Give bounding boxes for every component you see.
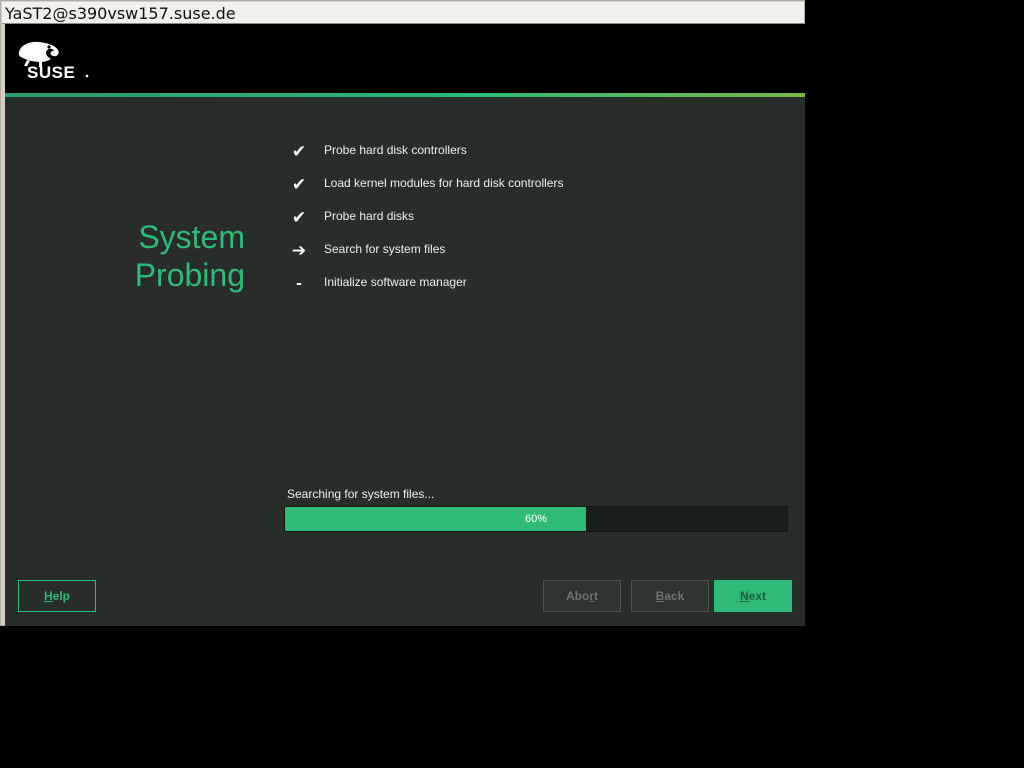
- help-button-rest: elp: [52, 589, 70, 603]
- page-title-line2: Probing: [134, 257, 245, 293]
- suse-chameleon-icon: SUSE: [18, 41, 89, 82]
- step-label: Initialize software manager: [324, 275, 467, 289]
- back-button[interactable]: Back: [631, 580, 709, 612]
- main-content: System Probing ✔ Probe hard disk control…: [5, 97, 805, 626]
- dash-icon: -: [296, 276, 302, 292]
- help-mnemonic: H: [43, 589, 53, 603]
- suse-wordmark: SUSE: [27, 63, 75, 80]
- abort-button-label: Abort: [566, 589, 598, 603]
- suse-logo: SUSE: [17, 40, 91, 84]
- help-button[interactable]: Help: [18, 580, 96, 612]
- step-label: Probe hard disks: [324, 209, 415, 223]
- back-button-rest: ack: [664, 589, 685, 603]
- arrow-right-icon: ➔: [291, 241, 307, 261]
- yast-window: YaST2@s390vsw157.suse.de SUSE System Pro…: [0, 0, 805, 626]
- abort-button[interactable]: Abort: [543, 580, 621, 612]
- checkmark-icon: ✔: [291, 208, 307, 228]
- window-titlebar[interactable]: YaST2@s390vsw157.suse.de: [2, 2, 804, 24]
- next-mnemonic: N: [739, 589, 749, 603]
- checkmark-icon: ✔: [291, 142, 307, 162]
- back-mnemonic: B: [655, 589, 665, 603]
- next-button-rest: ext: [748, 589, 766, 603]
- progress-bar: 60%: [284, 506, 788, 532]
- abort-mnemonic: r: [589, 589, 594, 603]
- step-label: Load kernel modules for hard disk contro…: [324, 176, 564, 190]
- window-title: YaST2@s390vsw157.suse.de: [5, 4, 236, 23]
- progress-percent: 60%: [524, 513, 548, 525]
- page-title: System Probing: [129, 218, 245, 294]
- progress-label: Searching for system files...: [287, 487, 435, 501]
- next-button[interactable]: Next: [714, 580, 792, 612]
- step-label: Search for system files: [324, 242, 446, 256]
- checkmark-icon: ✔: [291, 175, 307, 195]
- step-label: Probe hard disk controllers: [324, 143, 467, 157]
- header-banner: SUSE: [5, 24, 805, 94]
- page-title-line1: System: [138, 219, 245, 255]
